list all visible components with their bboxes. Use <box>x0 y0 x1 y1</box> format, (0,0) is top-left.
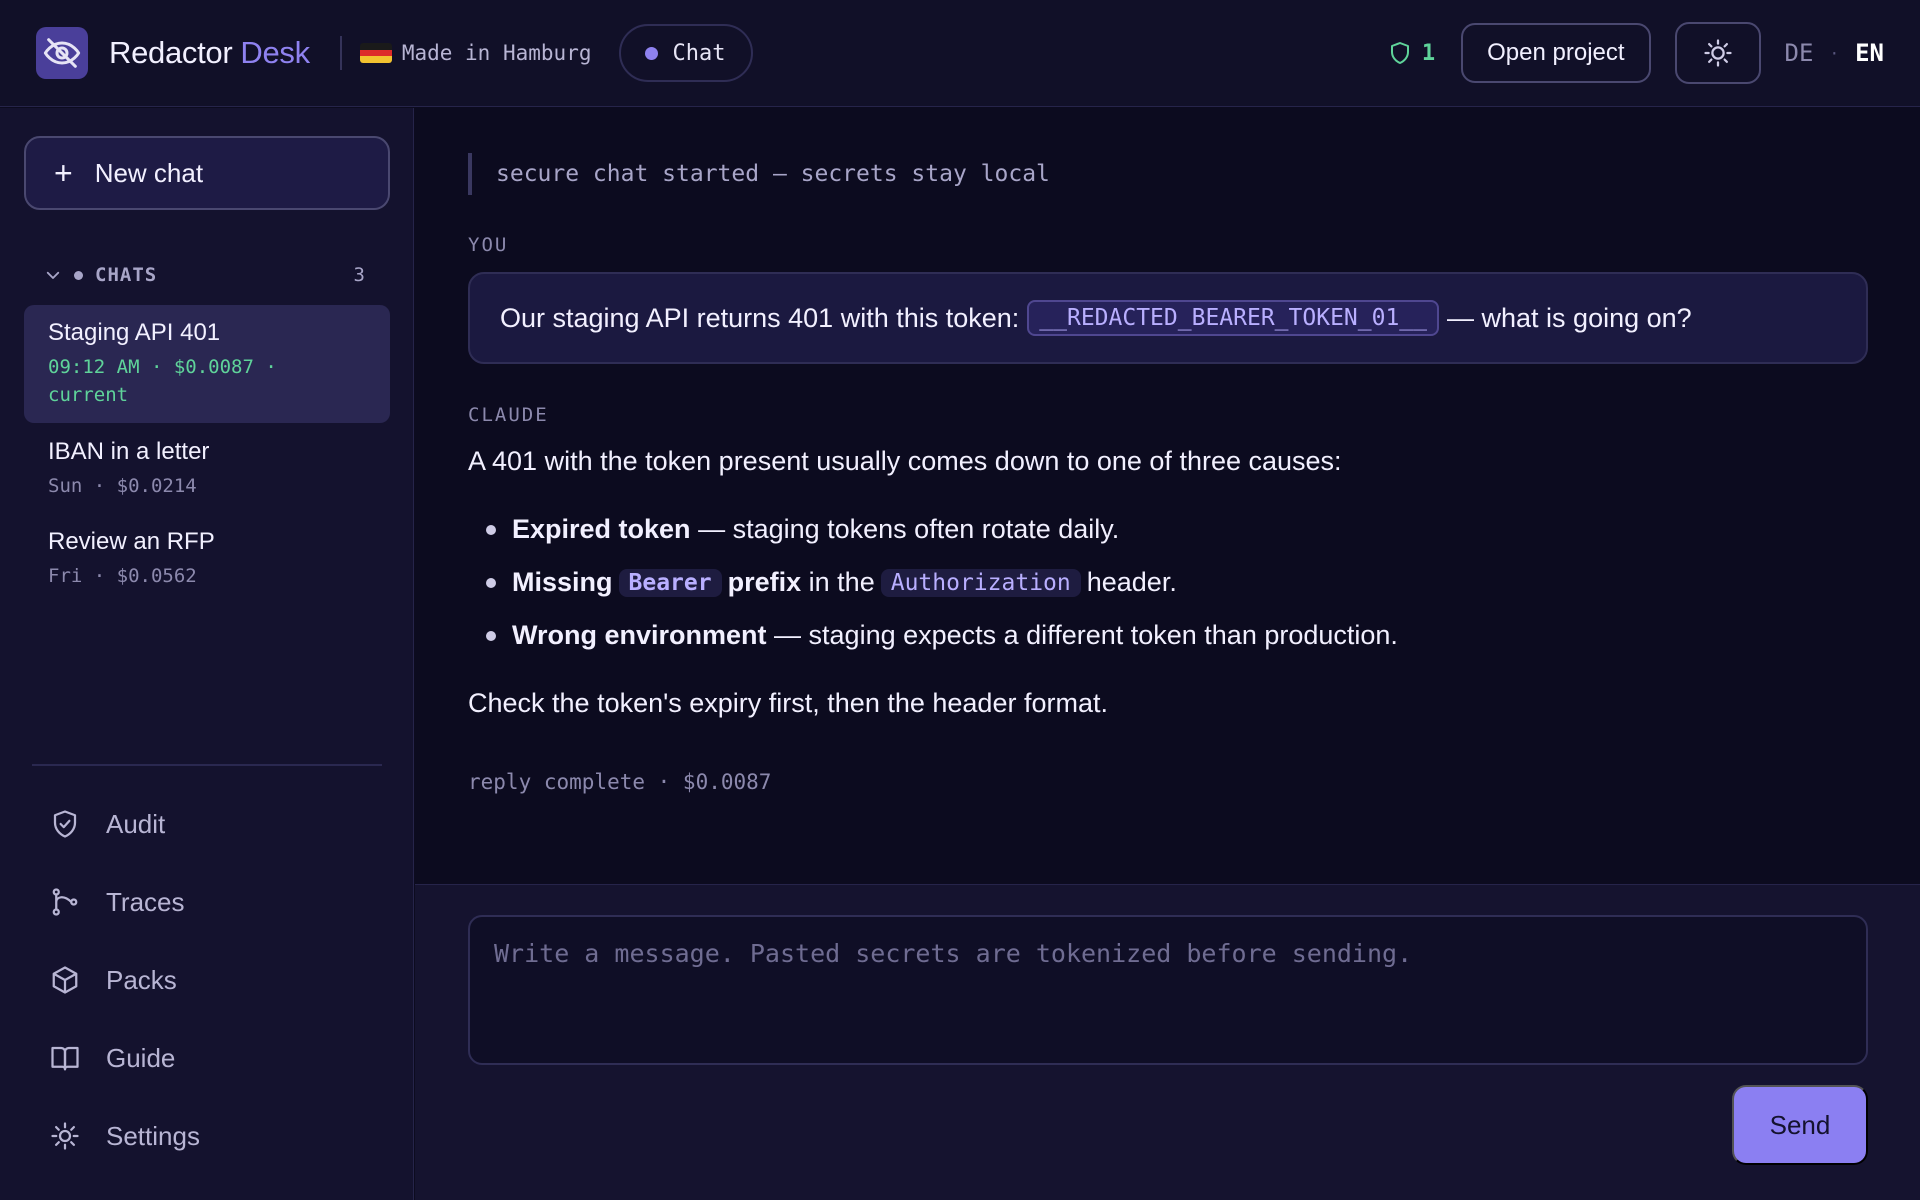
conversation-pane: secure chat started — secrets stay local… <box>415 108 1920 884</box>
sidebar-divider <box>32 764 382 766</box>
chevron-down-icon <box>46 271 60 279</box>
list-item: Wrong environment — staging expects a di… <box>468 609 1868 662</box>
bullet-text: header. <box>1086 567 1177 597</box>
shield-check-icon <box>53 810 77 838</box>
top-bar: Redactor Desk Made in Hamburg Chat 1 Open… <box>0 0 1920 107</box>
book-icon <box>51 1046 79 1071</box>
brand-accent: Desk <box>240 35 310 70</box>
bullet-text: — staging tokens often rotate daily. <box>698 514 1120 544</box>
bullet-text: in the <box>808 567 875 597</box>
bullet-strong: prefix <box>727 567 802 597</box>
sidebar-item-settings[interactable]: Settings <box>50 1111 380 1161</box>
inline-code: Bearer <box>618 568 722 597</box>
bullet-strong: Wrong environment <box>512 620 767 650</box>
box-icon <box>52 966 78 994</box>
reply-status: reply complete · $0.0087 <box>468 770 772 794</box>
chat-item-review-rfp[interactable]: Review an RFP Fri · $0.0562 <box>24 514 390 604</box>
sidebar-item-label: Traces <box>106 886 185 917</box>
composer: Send <box>415 884 1920 1200</box>
assistant-role-label: CLAUDE <box>468 404 549 426</box>
header-divider <box>339 36 342 70</box>
assistant-message: A 401 with the token present usually com… <box>468 446 1868 719</box>
redacted-token-chip[interactable]: __REDACTED_BEARER_TOKEN_01__ <box>1027 300 1440 336</box>
made-in-label: Made in Hamburg <box>401 41 592 65</box>
language-switch: DE · EN <box>1785 39 1884 67</box>
section-dot-icon <box>74 270 83 280</box>
gear-icon <box>51 1122 79 1150</box>
user-role-label: YOU <box>468 234 509 256</box>
list-item: Expired token — staging tokens often rot… <box>468 503 1868 556</box>
chat-item-iban-letter[interactable]: IBAN in a letter Sun · $0.0214 <box>24 424 390 514</box>
lang-en-option[interactable]: EN <box>1855 39 1884 67</box>
bullet-strong: Missing <box>512 567 613 597</box>
new-chat-label: New chat <box>94 157 204 188</box>
chats-section-header[interactable]: CHATS 3 <box>44 264 366 286</box>
assistant-intro: A 401 with the token present usually com… <box>468 446 1342 476</box>
germany-flag-icon <box>359 43 392 63</box>
user-message: Our staging API returns 401 with this to… <box>468 272 1868 364</box>
sidebar-item-traces[interactable]: Traces <box>50 877 380 927</box>
open-project-button[interactable]: Open project <box>1461 23 1651 83</box>
sidebar-item-guide[interactable]: Guide <box>50 1033 380 1083</box>
assistant-bullets: Expired token — staging tokens often rot… <box>468 503 1868 662</box>
chats-count: 3 <box>353 264 366 286</box>
app-brand: Redactor Desk <box>109 35 310 71</box>
chat-meta: Fri · $0.0562 <box>48 565 197 587</box>
chats-section-label: CHATS <box>95 264 158 286</box>
assistant-closing: Check the token's expiry first, then the… <box>468 688 1108 718</box>
theme-sun-icon <box>1703 39 1732 67</box>
list-item: Missing Bearer prefix in the Authorizati… <box>468 556 1868 609</box>
sidebar-item-packs[interactable]: Packs <box>50 955 380 1005</box>
bullet-strong: Expired token <box>512 514 691 544</box>
bullet-text: — staging expects a different token than… <box>774 620 1398 650</box>
mode-pill-chat[interactable]: Chat <box>619 24 754 82</box>
sidebar-item-label: Guide <box>106 1042 176 1073</box>
brand-name: Redactor <box>109 35 233 70</box>
system-note: secure chat started — secrets stay local <box>468 153 1050 195</box>
sidebar-item-audit[interactable]: Audit <box>50 799 380 849</box>
sidebar-item-label: Packs <box>106 964 177 995</box>
lang-separator: · <box>1829 43 1840 63</box>
lang-de-option[interactable]: DE <box>1785 39 1814 67</box>
inline-code: Authorization <box>880 568 1081 597</box>
status-dot-icon <box>645 46 659 60</box>
user-message-text-end: — what is going on? <box>1447 302 1692 333</box>
chat-meta: Sun · $0.0214 <box>48 475 197 497</box>
app-logo[interactable] <box>36 27 88 79</box>
sidebar: + New chat CHATS 3 Staging API 401 09:12… <box>0 108 414 1200</box>
sidebar-item-label: Settings <box>106 1120 200 1151</box>
chat-meta: 09:12 AM · $0.0087 · current <box>48 356 277 406</box>
eye-slash-icon <box>43 38 81 68</box>
message-input[interactable] <box>468 915 1868 1065</box>
send-button[interactable]: Send <box>1732 1085 1868 1165</box>
theme-toggle-button[interactable] <box>1674 22 1761 84</box>
sidebar-item-label: Audit <box>106 808 166 839</box>
mode-pill-label: Chat <box>672 40 726 66</box>
redaction-count: 1 <box>1421 40 1436 66</box>
new-chat-button[interactable]: + New chat <box>24 136 390 210</box>
chat-title: Staging API 401 <box>48 319 221 346</box>
branch-icon <box>52 888 78 916</box>
shield-icon <box>1390 42 1409 64</box>
user-message-text: Our staging API returns 401 with this to… <box>500 302 1020 333</box>
chat-title: IBAN in a letter <box>48 438 210 465</box>
chat-item-staging-api[interactable]: Staging API 401 09:12 AM · $0.0087 · cur… <box>24 305 390 423</box>
made-in-badge: Made in Hamburg <box>359 41 592 65</box>
redaction-counter[interactable]: 1 <box>1388 40 1435 66</box>
plus-icon: + <box>54 155 73 191</box>
chat-title: Review an RFP <box>48 528 215 555</box>
